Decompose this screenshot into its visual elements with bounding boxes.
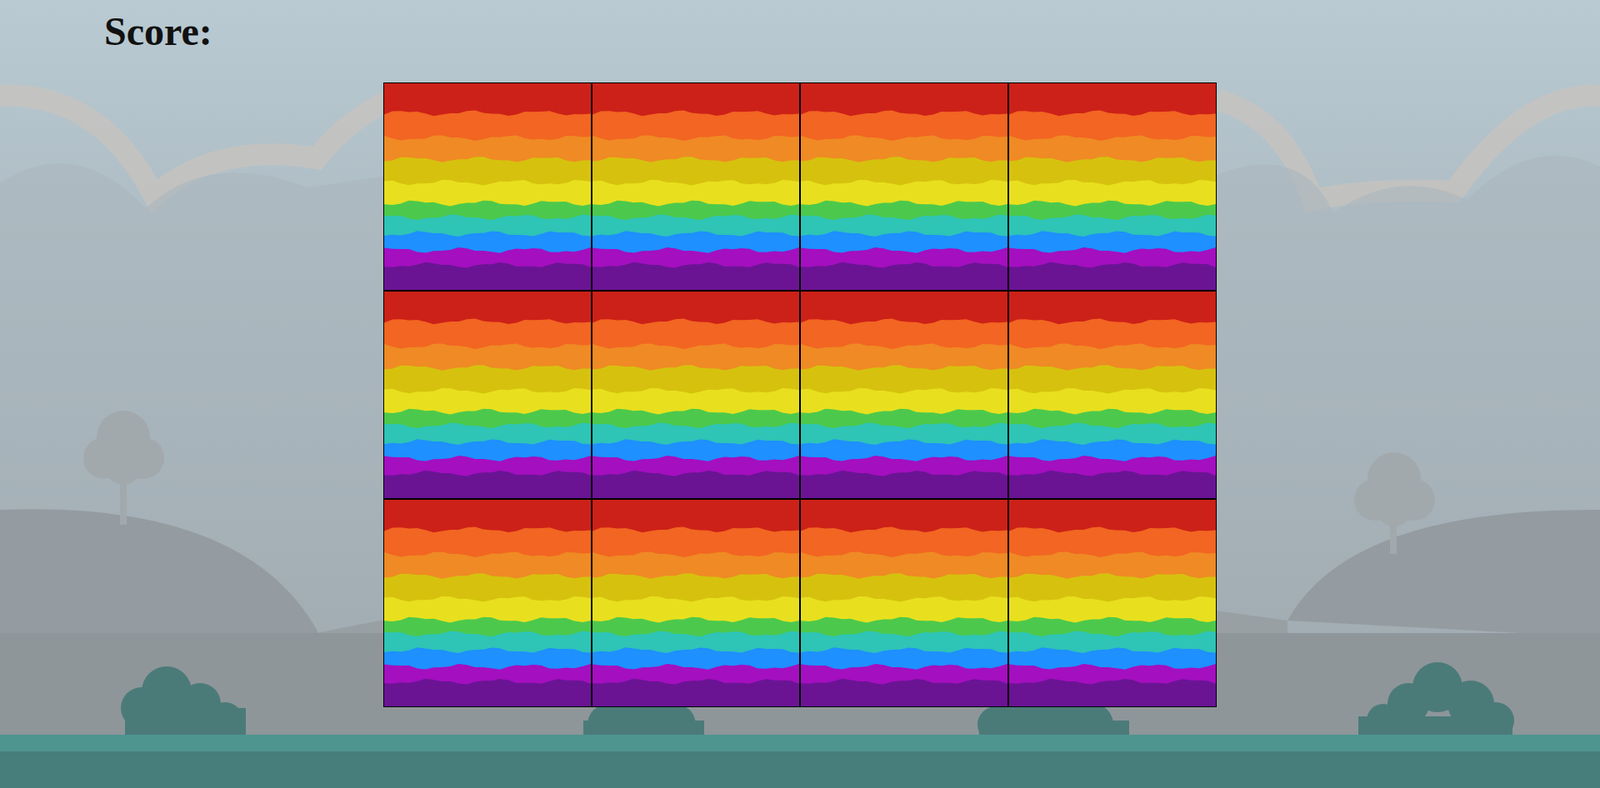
card-back-icon [384,83,591,290]
memory-card[interactable] [800,82,1009,291]
card-back-icon [800,500,1008,707]
card-back-icon [592,83,800,290]
card-back-icon [1009,291,1216,499]
memory-card[interactable] [591,499,800,708]
card-back-icon [592,500,800,707]
memory-card[interactable] [800,290,1009,500]
memory-card[interactable] [1008,82,1217,291]
memory-card[interactable] [591,290,800,500]
card-back-icon [1009,500,1216,707]
card-back-icon [384,291,591,499]
card-back-icon [800,83,1008,290]
memory-card[interactable] [800,499,1009,708]
card-back-icon [1009,83,1216,290]
memory-card[interactable] [383,290,592,500]
memory-card[interactable] [1008,290,1217,500]
memory-card[interactable] [591,82,800,291]
score-area: Score: [0,0,1600,83]
card-back-icon [592,291,800,499]
memory-card[interactable] [1008,499,1217,708]
memory-card[interactable] [383,82,592,291]
memory-card[interactable] [383,499,592,708]
card-back-icon [384,500,591,707]
card-board [383,82,1217,708]
card-back-icon [800,291,1008,499]
score-label: Score: [104,9,213,54]
